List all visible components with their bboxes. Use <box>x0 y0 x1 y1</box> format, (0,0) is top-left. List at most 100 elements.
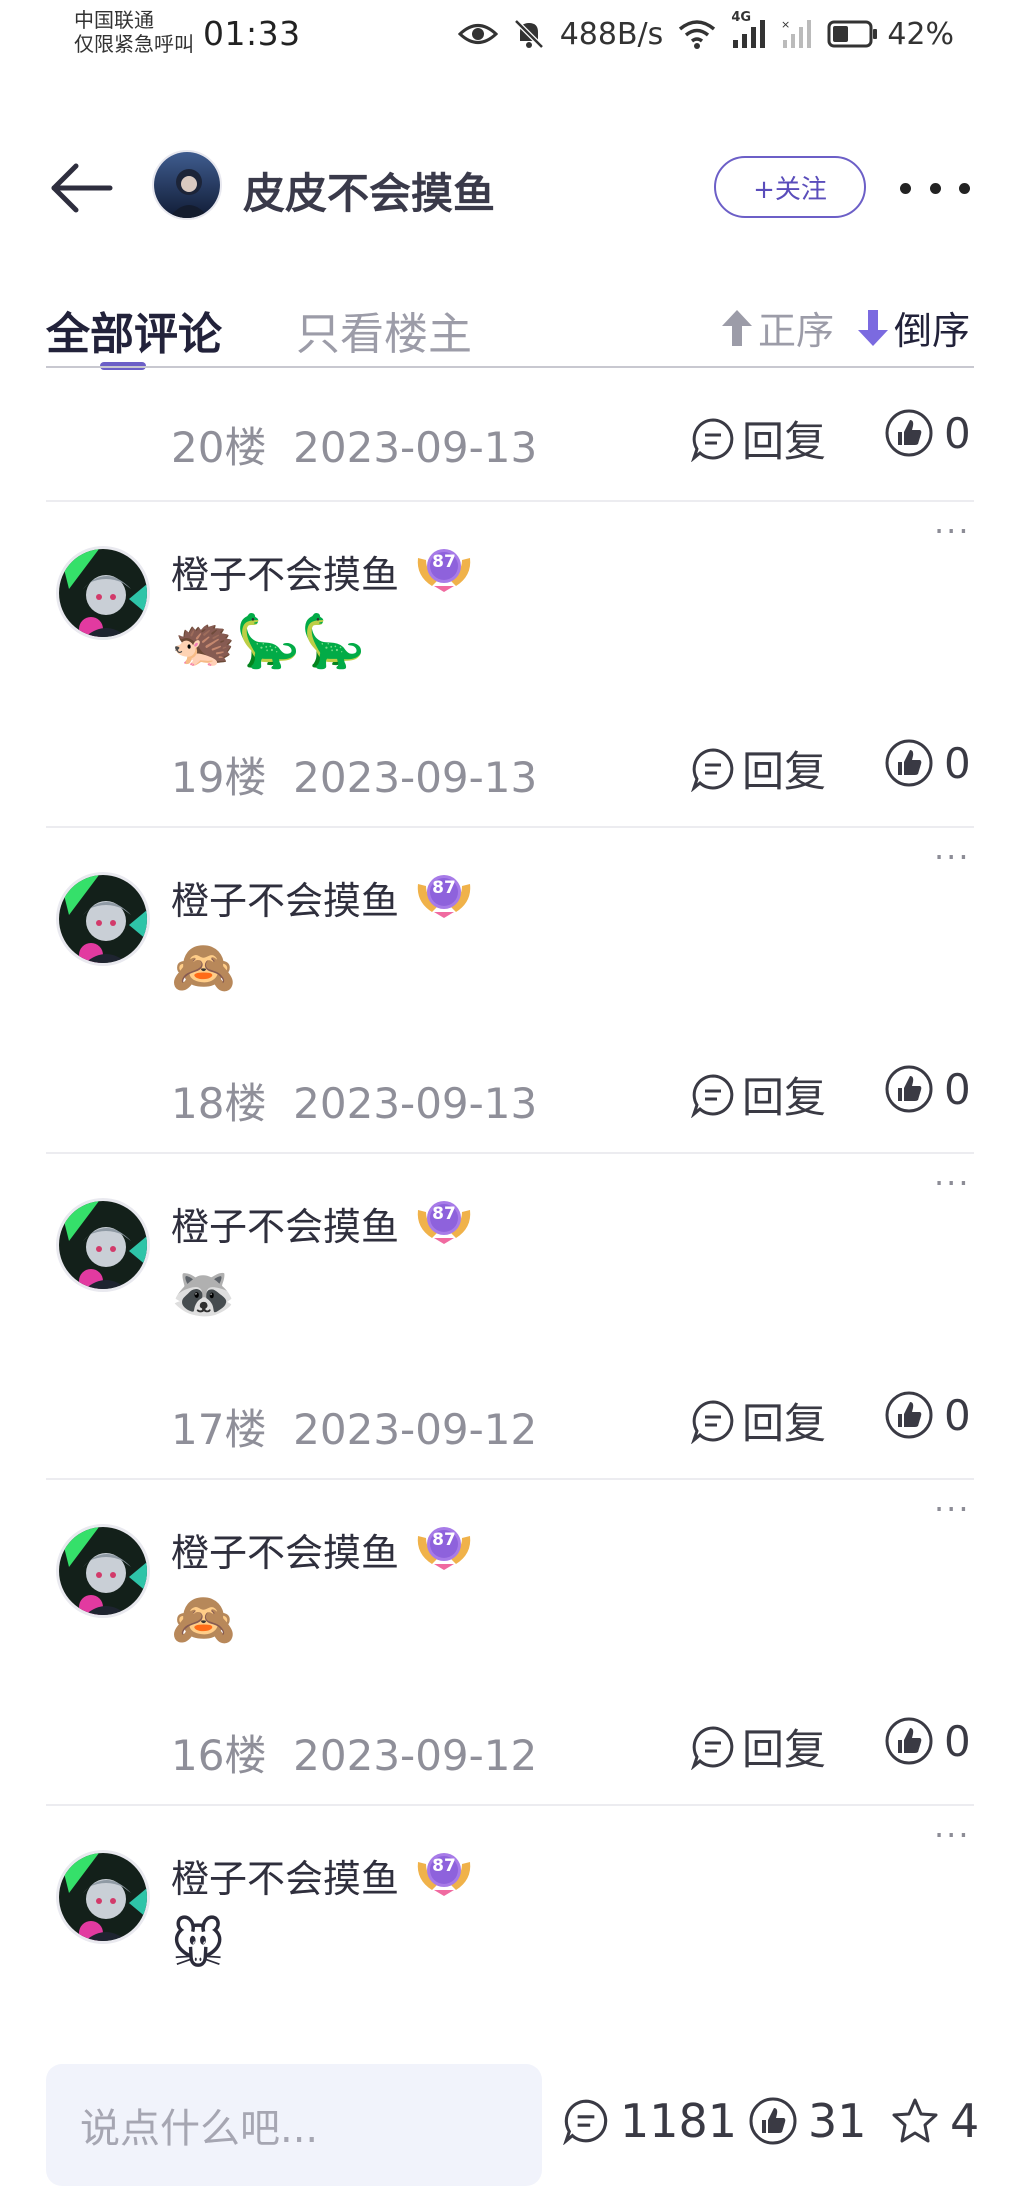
like-button[interactable]: 0 <box>884 1390 971 1440</box>
comment-meta-row: 16楼 2023-09-12 回复 0 <box>0 1708 1020 1788</box>
bell-off-icon <box>513 19 544 49</box>
comment-meta-row: 17楼 2023-09-12 回复 0 <box>0 1382 1020 1462</box>
like-count: 0 <box>944 1390 971 1440</box>
user-avatar[interactable] <box>56 1524 150 1618</box>
arrow-down-icon <box>858 309 888 346</box>
post-header: 皮皮不会摸鱼 +关注 <box>0 140 1020 236</box>
back-button[interactable] <box>48 160 114 216</box>
floor-number: 18楼 <box>171 1079 267 1128</box>
comment-username[interactable]: 橙子不会摸鱼 <box>171 1522 399 1577</box>
likes-count-button[interactable]: 31 <box>748 2094 867 2148</box>
comment-meta-row: 19楼 2023-09-13 回复 0 <box>0 730 1020 810</box>
sort-descending-button[interactable]: 倒序 <box>856 300 970 355</box>
comment-username[interactable]: 橙子不会摸鱼 <box>171 870 399 925</box>
comment-item: 橙子不会摸鱼 87 ··· 🙈 <box>0 1480 1020 1710</box>
like-count: 0 <box>944 738 971 788</box>
comment-more-button[interactable]: ··· <box>934 1490 971 1528</box>
status-time: 01:33 <box>203 14 301 53</box>
status-icons: 488B/s 4G × 42% <box>457 10 954 56</box>
likes-count: 31 <box>808 2094 867 2148</box>
comment-bubble-icon <box>691 417 734 462</box>
reply-button[interactable]: 回复 <box>690 1716 826 1777</box>
thumbs-up-icon <box>885 1717 933 1765</box>
comment-date: 2023-09-13 <box>293 423 538 472</box>
battery-percent: 42% <box>887 16 954 52</box>
comment-input[interactable]: 说点什么吧... <box>46 2064 542 2186</box>
tab-author-only[interactable]: 只看楼主 <box>296 298 472 362</box>
reply-button[interactable]: 回复 <box>690 1064 826 1125</box>
thumbs-up-icon <box>885 1391 933 1439</box>
comments-count-button[interactable]: 1181 <box>562 2094 737 2148</box>
floor-info: 19楼 2023-09-13 <box>171 744 537 805</box>
comment-bubble-icon <box>691 1725 734 1770</box>
reply-label: 回复 <box>742 417 827 466</box>
floor-info: 18楼 2023-09-13 <box>171 1070 537 1131</box>
favorite-button[interactable]: 4 <box>890 2094 979 2148</box>
bottom-action-bar: 说点什么吧... 1181 31 4 <box>0 2040 1020 2210</box>
floor-info: 20楼 2023-09-13 <box>171 414 537 475</box>
status-bar: 中国联通 仅限紧急呼叫 01:33 488B/s 4G × 42% <box>0 0 1020 70</box>
favorites-count: 4 <box>950 2094 980 2148</box>
comment-more-button[interactable]: ··· <box>934 1164 971 1202</box>
carrier-info: 中国联通 仅限紧急呼叫 <box>74 8 194 56</box>
like-button[interactable]: 0 <box>884 408 971 458</box>
like-button[interactable]: 0 <box>884 738 971 788</box>
floor-number: 19楼 <box>171 753 267 802</box>
author-avatar[interactable] <box>152 150 222 220</box>
like-button[interactable]: 0 <box>884 1716 971 1766</box>
eye-icon <box>457 24 498 44</box>
follow-button[interactable]: +关注 <box>714 156 866 218</box>
back-arrow-icon <box>51 163 113 213</box>
comment-item: 橙子不会摸鱼 87 ··· 🙈 <box>0 828 1020 1058</box>
floor-number: 17楼 <box>171 1405 267 1454</box>
comment-bubble-icon <box>691 747 734 792</box>
carrier-status: 仅限紧急呼叫 <box>74 32 194 56</box>
comment-list: 20楼 2023-09-13 回复 0 橙子不会摸鱼 87 ··· 🦔🦕🦕 19… <box>0 368 1020 2040</box>
floor-number: 16楼 <box>171 1731 267 1780</box>
comment-more-button[interactable]: ··· <box>934 512 971 550</box>
user-avatar[interactable] <box>56 1198 150 1292</box>
more-icon <box>900 182 911 194</box>
sort-ascending-button[interactable]: 正序 <box>720 300 834 355</box>
comment-item: 橙子不会摸鱼 87 ··· 🐭 <box>0 1806 1020 2036</box>
floor-number: 20楼 <box>171 423 267 472</box>
signal-group: 4G <box>731 10 767 50</box>
star-icon <box>892 2098 938 2143</box>
thumbs-up-icon <box>885 1065 933 1113</box>
battery-icon <box>827 20 878 48</box>
reply-button[interactable]: 回复 <box>690 1390 826 1451</box>
carrier-name: 中国联通 <box>74 8 154 32</box>
more-options-button[interactable] <box>900 168 970 208</box>
level-number: 87 <box>432 878 456 898</box>
level-number: 87 <box>432 552 456 572</box>
comment-content: 🙈 <box>171 1590 236 1650</box>
user-avatar[interactable] <box>56 872 150 966</box>
comment-item: 橙子不会摸鱼 87 ··· 🦝 <box>0 1154 1020 1384</box>
reply-label: 回复 <box>742 1073 827 1122</box>
user-avatar[interactable] <box>56 546 150 640</box>
comment-more-button[interactable]: ··· <box>934 838 971 876</box>
thumbs-up-icon <box>885 409 933 457</box>
comment-more-button[interactable]: ··· <box>934 1816 971 1854</box>
signal-off-icon: × <box>781 18 812 48</box>
floor-info: 17楼 2023-09-12 <box>171 1396 537 1457</box>
comment-username[interactable]: 橙子不会摸鱼 <box>171 1848 399 1903</box>
level-badge: 87 <box>414 866 474 920</box>
comment-username[interactable]: 橙子不会摸鱼 <box>171 544 399 599</box>
comments-count: 1181 <box>620 2094 738 2148</box>
like-count: 0 <box>944 1064 971 1114</box>
reply-button[interactable]: 回复 <box>690 408 826 469</box>
level-badge: 87 <box>414 1192 474 1246</box>
comment-content: 🙈 <box>171 938 236 998</box>
level-number: 87 <box>432 1856 456 1876</box>
comment-date: 2023-09-13 <box>293 1079 538 1128</box>
like-button[interactable]: 0 <box>884 1064 971 1114</box>
comment-username[interactable]: 橙子不会摸鱼 <box>171 1196 399 1251</box>
thumbs-up-icon <box>885 739 933 787</box>
comment-content: 🦔🦕🦕 <box>171 612 366 672</box>
tab-all-comments[interactable]: 全部评论 <box>46 298 222 362</box>
user-avatar[interactable] <box>56 1850 150 1944</box>
author-name[interactable]: 皮皮不会摸鱼 <box>243 160 495 221</box>
reply-button[interactable]: 回复 <box>690 738 826 799</box>
comment-bubble-icon <box>691 1399 734 1444</box>
